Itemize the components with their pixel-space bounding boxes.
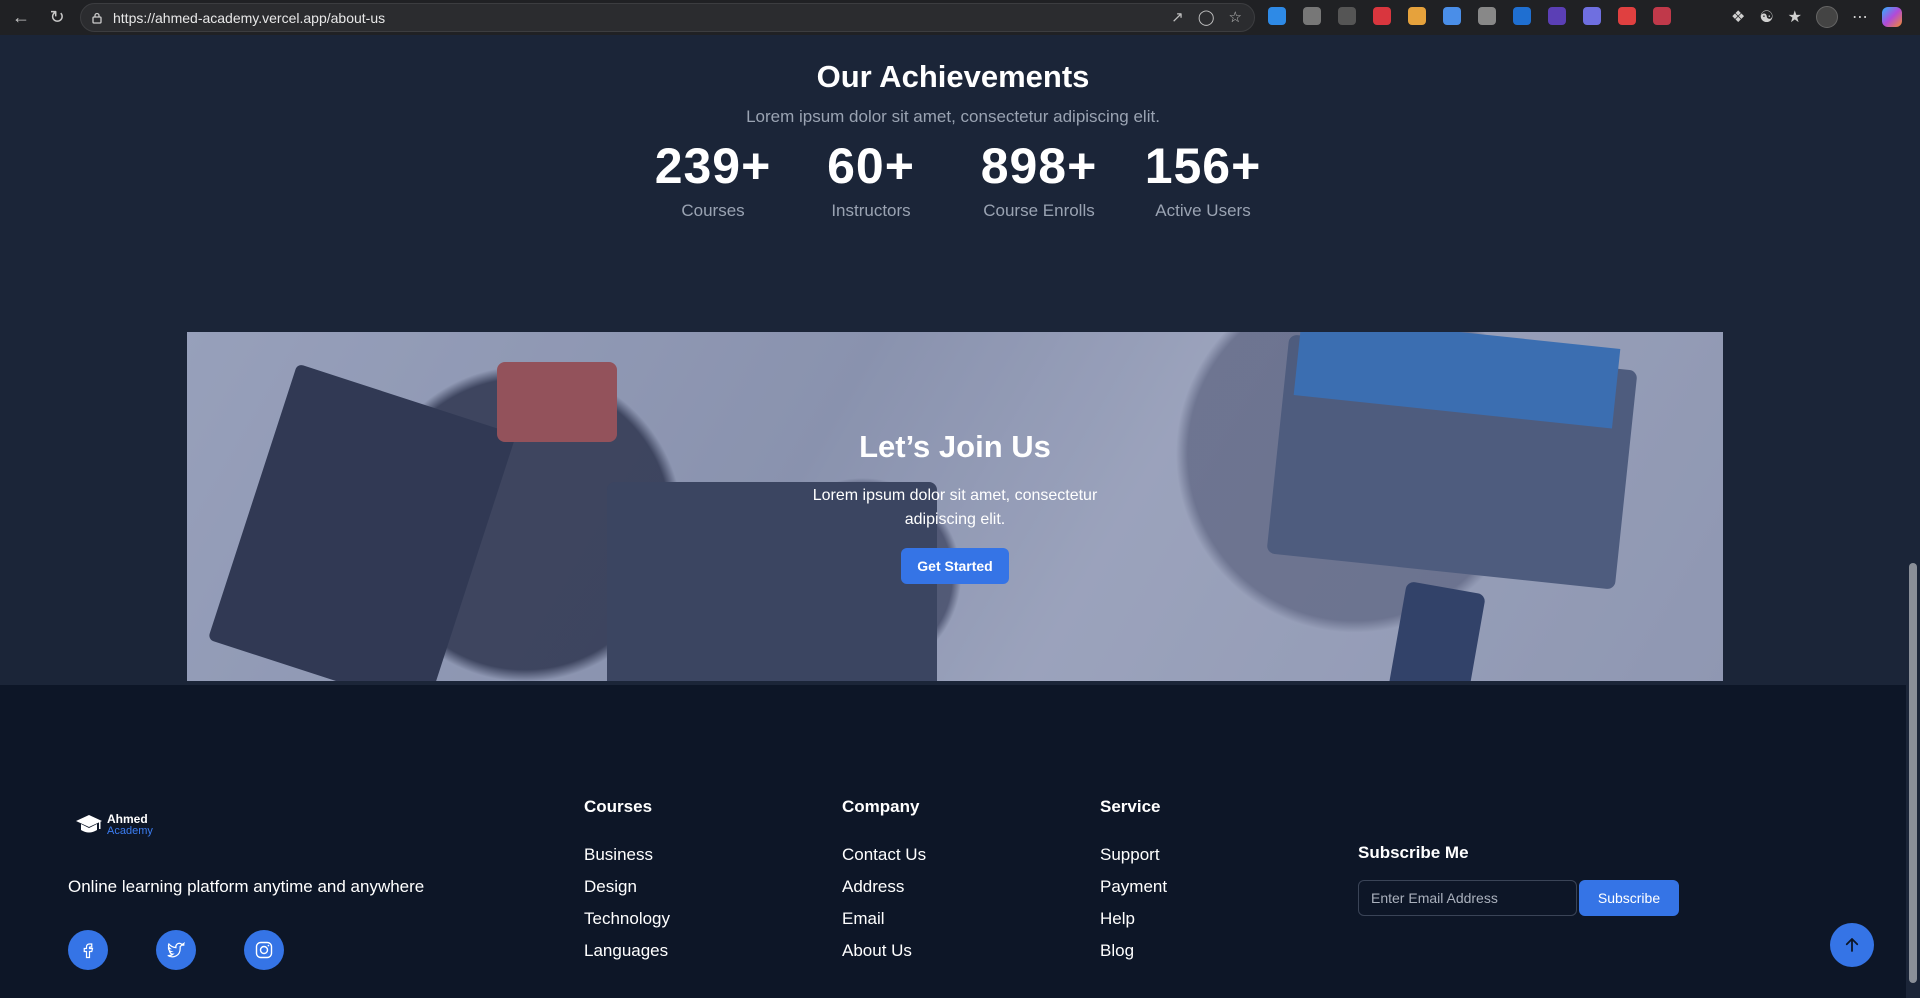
stat-label: Instructors <box>831 201 911 220</box>
instagram-link[interactable] <box>244 930 284 970</box>
extension-icon[interactable] <box>1373 7 1391 25</box>
reload-icon[interactable]: ↻ <box>42 3 72 33</box>
arrow-up-icon <box>1845 938 1859 952</box>
stat-active-users: 156+ Active Users <box>1130 133 1276 221</box>
browser-toolbar: ← ↻ https://ahmed-academy.vercel.app/abo… <box>0 0 1920 35</box>
banner-text: Lorem ipsum dolor sit amet, consectetur … <box>812 487 1098 528</box>
footer-column-title-company: Company <box>842 797 920 816</box>
footer-column-title-service: Service <box>1100 797 1161 816</box>
extension-icon[interactable] <box>1338 7 1356 25</box>
extension-icon[interactable] <box>1303 7 1321 25</box>
page-scrollbar[interactable] <box>1906 35 1920 998</box>
more-menu-icon[interactable]: ⋯ <box>1852 7 1868 27</box>
stat-label: Active Users <box>1155 201 1251 220</box>
footer-column-title-courses: Courses <box>584 797 653 816</box>
stat-label: Courses <box>681 201 745 220</box>
collections-icon[interactable]: ☯ <box>1759 7 1773 27</box>
banner-title: Let’s Join Us <box>859 429 1051 464</box>
stat-instructors: 60+ Instructors <box>798 133 944 221</box>
footer-tagline: Online learning platform anytime and any… <box>68 877 425 896</box>
achievements-section: Our Achievements Lorem ipsum dolor sit a… <box>0 35 1906 685</box>
address-bar[interactable]: https://ahmed-academy.vercel.app/about-u… <box>80 3 1255 32</box>
profile-avatar[interactable] <box>1816 6 1838 28</box>
logo[interactable]: Ahmed Academy <box>75 813 153 837</box>
subscribe-title: Subscribe Me <box>1358 843 1469 862</box>
extension-icon[interactable] <box>1268 7 1286 25</box>
copilot-icon[interactable] <box>1882 7 1902 27</box>
favorite-star-icon[interactable]: ☆ <box>1229 8 1242 26</box>
stats-row: 239+ Courses 60+ Instructors 898+ Course… <box>0 133 1906 221</box>
logo-subname: Academy <box>107 825 153 837</box>
extension-icon[interactable] <box>1653 7 1671 25</box>
join-us-banner: Let’s Join Us Lorem ipsum dolor sit amet… <box>187 332 1723 681</box>
favorites-icon[interactable]: ★ <box>1788 7 1802 27</box>
footer-link-languages[interactable]: Languages <box>584 941 668 961</box>
facebook-icon <box>83 943 94 959</box>
extension-icon[interactable] <box>1583 7 1601 25</box>
instagram-icon <box>255 941 273 959</box>
lock-icon <box>92 12 102 24</box>
footer-link-blog[interactable]: Blog <box>1100 941 1134 961</box>
stat-course-enrolls: 898+ Course Enrolls <box>956 133 1122 221</box>
footer-link-business[interactable]: Business <box>584 845 653 865</box>
stat-label: Course Enrolls <box>983 201 1095 220</box>
achievements-title: Our Achievements <box>816 59 1090 94</box>
extension-icon[interactable] <box>1513 7 1531 25</box>
scroll-to-top-button[interactable] <box>1830 923 1874 967</box>
twitter-link[interactable] <box>156 930 196 970</box>
subscribe-button[interactable]: Subscribe <box>1579 880 1679 916</box>
stat-value: 156+ <box>1144 138 1262 194</box>
twitter-icon <box>167 942 185 958</box>
open-app-icon[interactable]: ↗ <box>1171 8 1184 26</box>
logo-name: Ahmed <box>107 812 148 826</box>
stat-courses: 239+ Courses <box>640 133 786 221</box>
scrollbar-thumb[interactable] <box>1909 563 1917 983</box>
footer-link-technology[interactable]: Technology <box>584 909 670 929</box>
extension-icon[interactable] <box>1618 7 1636 25</box>
url-text: https://ahmed-academy.vercel.app/about-u… <box>113 9 386 26</box>
footer-link-design[interactable]: Design <box>584 877 637 897</box>
subscribe-email-input[interactable] <box>1358 880 1577 916</box>
back-icon[interactable]: ← <box>6 3 36 33</box>
footer-link-about-us[interactable]: About Us <box>842 941 912 961</box>
extensions-bar <box>1268 7 1671 27</box>
footer-link-support[interactable]: Support <box>1100 845 1160 865</box>
achievements-subtitle: Lorem ipsum dolor sit amet, consectetur … <box>746 107 1160 126</box>
graduation-cap-icon <box>76 815 102 833</box>
footer-link-payment[interactable]: Payment <box>1100 877 1167 897</box>
footer-link-email[interactable]: Email <box>842 909 885 929</box>
stat-value: 898+ <box>980 138 1098 194</box>
get-started-button[interactable]: Get Started <box>901 548 1009 584</box>
extension-icon[interactable] <box>1548 7 1566 25</box>
extension-icon[interactable] <box>1443 7 1461 25</box>
extensions-puzzle-icon[interactable]: ❖ <box>1731 7 1745 27</box>
footer-link-address[interactable]: Address <box>842 877 904 897</box>
facebook-link[interactable] <box>68 930 108 970</box>
footer-link-contact-us[interactable]: Contact Us <box>842 845 926 865</box>
stat-value: 239+ <box>654 138 772 194</box>
reader-icon[interactable]: ◯ <box>1198 8 1215 26</box>
footer-link-help[interactable]: Help <box>1100 909 1135 929</box>
stat-value: 60+ <box>827 138 915 194</box>
footer: Ahmed Academy Online learning platform a… <box>0 685 1906 998</box>
extension-icon[interactable] <box>1478 7 1496 25</box>
extension-icon[interactable] <box>1408 7 1426 25</box>
